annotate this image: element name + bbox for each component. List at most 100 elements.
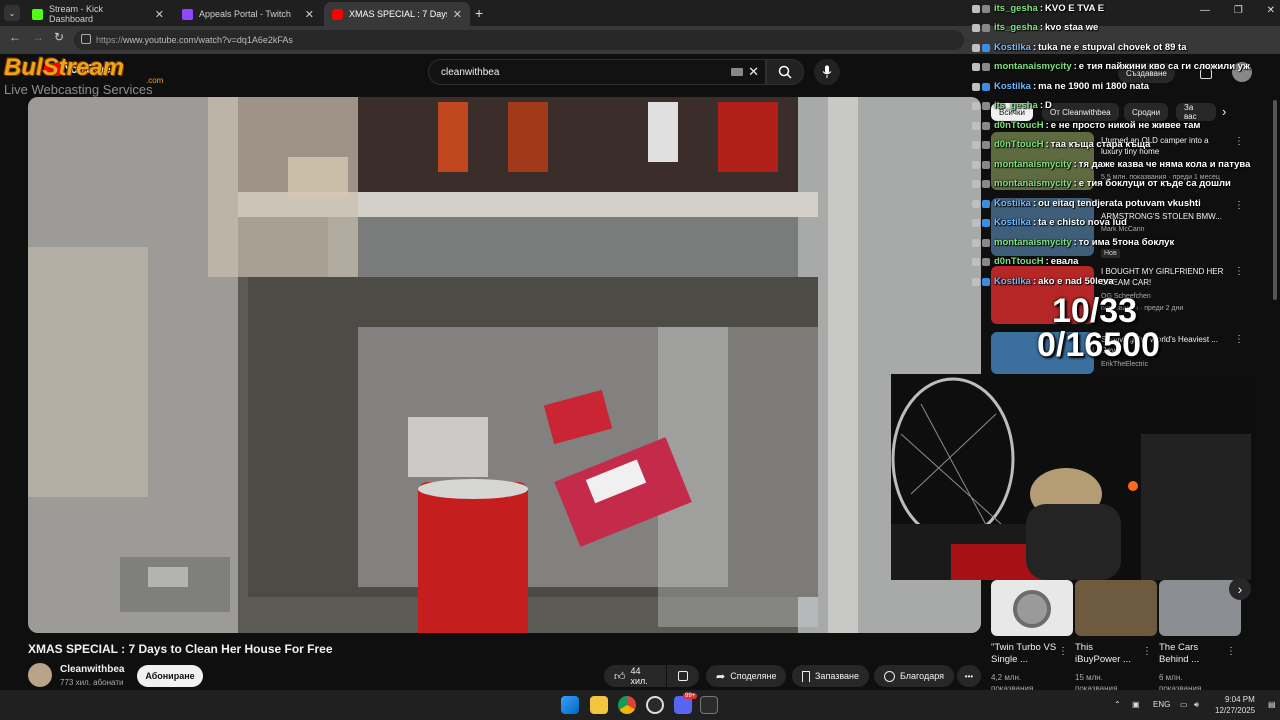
chat-username[interactable]: Kostilka [994, 42, 1031, 53]
rec-menu-icon[interactable]: ⋮ [1234, 334, 1244, 345]
chat-badge-icon [972, 218, 980, 227]
tab-youtube-video[interactable]: XMAS SPECIAL : 7 Days to Clean ✕ [324, 2, 470, 26]
chip-next-icon[interactable]: › [1222, 104, 1226, 119]
keyboard-icon[interactable] [731, 68, 743, 76]
chrome-icon[interactable] [618, 696, 636, 714]
subscribe-button[interactable]: Абониране [137, 665, 203, 687]
close-icon[interactable]: ✕ [155, 8, 164, 21]
maximize-icon[interactable]: ❐ [1234, 5, 1243, 16]
chat-badge-icon [972, 82, 980, 91]
short-title[interactable]: "Twin Turbo VS Single ... [991, 642, 1059, 666]
notification-center-icon[interactable]: ▤ [1268, 700, 1276, 709]
share-button[interactable]: ➦ Споделяне [706, 665, 787, 687]
short-title[interactable]: This iBuyPower ... [1075, 642, 1139, 666]
chat-username[interactable]: Kostilka [994, 217, 1031, 228]
chat-badge-icon [972, 121, 980, 130]
close-icon[interactable]: ✕ [305, 8, 314, 21]
chat-username[interactable]: Kostilka [994, 276, 1031, 287]
chat-message: Kostilka : ta e chisto nova lud [972, 217, 1127, 228]
save-button[interactable]: Запазване [792, 665, 870, 687]
short-thumbnail[interactable] [1075, 580, 1157, 636]
chat-separator: : [1045, 120, 1049, 131]
chat-badge-icon [972, 199, 980, 208]
chat-badge-icon [972, 140, 980, 149]
chat-text: D [1045, 100, 1052, 111]
tray-chevron-icon[interactable]: ⌃ [1114, 700, 1121, 709]
address-input[interactable]: https://www.youtube.com/watch?v=dq1A6e2k… [74, 30, 964, 50]
forward-icon[interactable]: → [32, 30, 44, 44]
file-explorer-icon[interactable] [590, 696, 608, 714]
chat-badge-icon [982, 160, 990, 169]
more-icon: ••• [964, 671, 974, 681]
microphone-icon [822, 65, 832, 78]
tab-twitch-appeals[interactable]: Appeals Portal - Twitch ✕ [174, 2, 322, 26]
like-button[interactable]: 👍︎ 44 хил. [604, 665, 666, 687]
volume-icon[interactable]: 🔊︎ [1194, 700, 1199, 710]
chat-username[interactable]: montanaismycity [994, 159, 1072, 170]
short-menu-icon[interactable]: ⋮ [1142, 646, 1152, 657]
chat-badge-icon [982, 257, 990, 266]
chat-username[interactable]: montanaismycity [994, 237, 1072, 248]
video-player[interactable] [28, 97, 981, 633]
close-icon[interactable]: ✕ [453, 8, 462, 21]
language-indicator[interactable]: ENG [1153, 700, 1170, 709]
rec-menu-icon[interactable]: ⋮ [1234, 136, 1244, 147]
chat-badge-icon [982, 121, 990, 130]
monitor-icon[interactable]: ▭ [1180, 700, 1188, 709]
new-tab-button[interactable]: + [475, 5, 483, 21]
chat-badge-icon [972, 4, 980, 13]
video-frame [28, 97, 981, 633]
chat-username[interactable]: montanaismycity [994, 61, 1072, 72]
chat-separator: : [1045, 139, 1049, 150]
channel-avatar[interactable] [28, 663, 52, 687]
shorts-next-button[interactable]: › [1229, 578, 1251, 600]
thanks-button[interactable]: Благодаря [874, 665, 954, 687]
chat-username[interactable]: Kostilka [994, 198, 1031, 209]
chat-message: d0nTtoucH : таа къща стара къща [972, 139, 1150, 150]
rec-title[interactable]: I BOUGHT MY GIRLFRIEND HER DREAM CAR! [1101, 266, 1231, 288]
clear-search-icon[interactable]: ✕ [748, 64, 759, 80]
chat-username[interactable]: its_gesha [994, 3, 1038, 14]
minimize-icon[interactable]: — [1200, 5, 1210, 16]
close-window-icon[interactable]: ✕ [1267, 5, 1275, 16]
chat-username[interactable]: its_gesha [994, 22, 1038, 33]
network-tray-icon[interactable]: ▣ [1132, 700, 1140, 709]
chip-for-you[interactable]: За вас [1176, 103, 1216, 121]
back-icon[interactable]: ← [9, 30, 21, 44]
chat-username[interactable]: d0nTtoucH [994, 139, 1044, 150]
short-thumbnail[interactable] [991, 580, 1073, 636]
chat-username[interactable]: d0nTtoucH [994, 120, 1044, 131]
search-input[interactable]: cleanwithbea ✕ [428, 59, 766, 85]
chat-username[interactable]: Kostilka [994, 81, 1031, 92]
channel-name[interactable]: Cleanwithbea [60, 664, 124, 675]
voice-search-button[interactable] [814, 59, 840, 85]
short-title[interactable]: The Cars Behind ... [1159, 642, 1225, 666]
short-menu-icon[interactable]: ⋮ [1226, 646, 1236, 657]
terminal-icon[interactable] [700, 696, 718, 714]
chat-message: d0nTtoucH : е не просто никой не живее т… [972, 120, 1200, 131]
chip-from-channel[interactable]: От Cleanwithbea [1042, 103, 1119, 121]
rec-menu-icon[interactable]: ⋮ [1234, 266, 1244, 277]
obs-icon[interactable] [646, 696, 664, 714]
chat-username[interactable]: d0nTtoucH [994, 256, 1044, 267]
rec-menu-icon[interactable]: ⋮ [1234, 200, 1244, 211]
chat-badge-icon [972, 179, 980, 188]
chat-username[interactable]: montanaismycity [994, 178, 1072, 189]
scrollbar[interactable] [1273, 100, 1277, 300]
chat-username[interactable]: its_gesha [994, 100, 1038, 111]
chat-text: KVO E TVA E [1045, 3, 1105, 14]
reload-icon[interactable]: ↻ [54, 30, 64, 44]
thumbs-up-icon: 👍︎ [614, 670, 626, 683]
site-info-icon[interactable] [81, 34, 91, 44]
windows-start-icon[interactable] [561, 696, 579, 714]
clock-time[interactable]: 9:04 PM [1225, 695, 1255, 704]
chat-text: ako e nad 50leva [1038, 276, 1114, 287]
more-actions-button[interactable]: ••• [957, 665, 981, 687]
clock-date[interactable]: 12/27/2025 [1215, 706, 1255, 715]
search-button[interactable] [766, 59, 804, 85]
tab-kick-dashboard[interactable]: Stream - Kick Dashboard ✕ [24, 2, 172, 26]
short-menu-icon[interactable]: ⋮ [1058, 646, 1068, 657]
tab-search-button[interactable]: ⌄ [4, 5, 20, 21]
dislike-button[interactable] [667, 665, 699, 687]
chip-related[interactable]: Сродни [1124, 103, 1169, 121]
